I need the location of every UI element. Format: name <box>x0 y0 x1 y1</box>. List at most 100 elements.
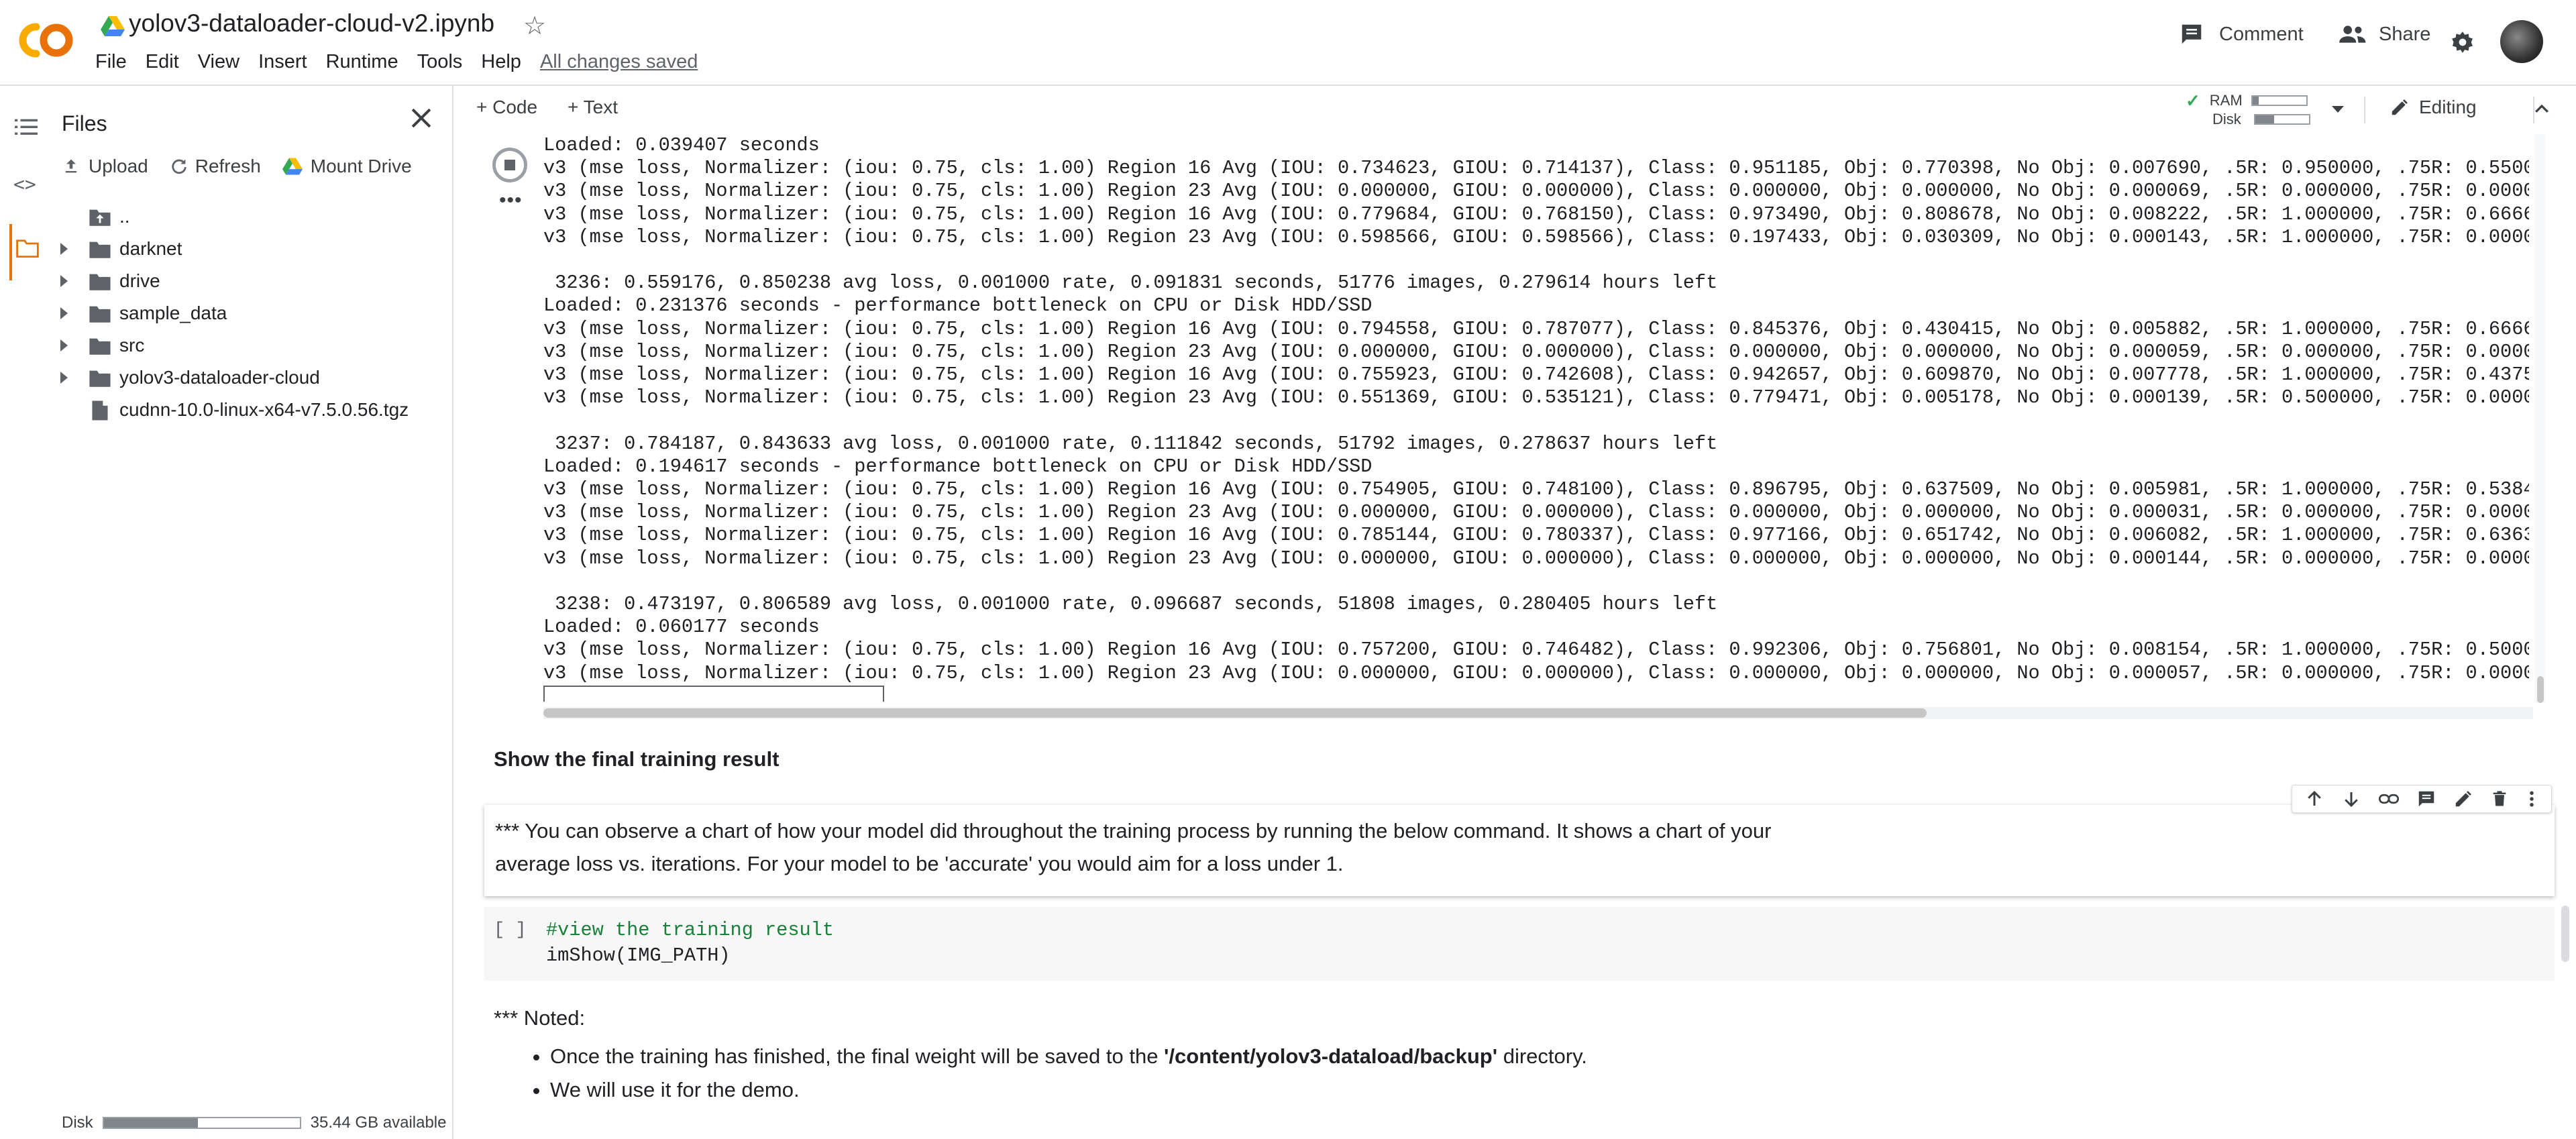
files-actions: Upload Refresh Mount Drive <box>62 156 433 177</box>
resources-indicator[interactable]: ✓ RAM Disk <box>2186 91 2310 129</box>
arrow-down-icon[interactable] <box>2341 789 2361 809</box>
output-line: v3 (mse loss, Normalizer: (iou: 0.75, cl… <box>543 364 2529 386</box>
table-of-contents-icon[interactable] <box>15 117 38 137</box>
file-tree-item-darknet[interactable]: darknet <box>51 233 453 266</box>
expand-caret-icon[interactable] <box>60 339 68 351</box>
tree-item-label: darknet <box>119 238 182 259</box>
file-tree-item-parent[interactable]: .. <box>51 201 453 233</box>
arrow-up-icon[interactable] <box>2304 789 2324 809</box>
menu-insert[interactable]: Insert <box>258 51 307 73</box>
output-line: Loaded: 0.039407 seconds <box>543 134 820 156</box>
google-drive-icon[interactable] <box>101 16 125 36</box>
output-line: v3 (mse loss, Normalizer: (iou: 0.75, cl… <box>543 547 2529 570</box>
file-tree-item-yolov3-dataloader-cloud[interactable]: yolov3-dataloader-cloud <box>51 362 453 394</box>
run-cell-button[interactable]: [ ] <box>494 920 527 940</box>
text-cell-line: average loss vs. iterations. For your mo… <box>495 852 1344 875</box>
output-line: v3 (mse loss, Normalizer: (iou: 0.75, cl… <box>543 661 2529 684</box>
notebook-title[interactable]: yolov3-dataloader-cloud-v2.ipynb <box>129 9 494 38</box>
disk-usage-bar <box>2254 114 2310 125</box>
tree-item-label: src <box>119 335 145 356</box>
output-line: v3 (mse loss, Normalizer: (iou: 0.75, cl… <box>543 501 2529 524</box>
add-text-button[interactable]: + Text <box>568 97 618 118</box>
google-drive-icon <box>282 158 303 175</box>
file-tree: .. darknet drive sample_data src yolov3-… <box>51 201 453 427</box>
chevron-up-icon[interactable] <box>2530 99 2553 119</box>
output-line: v3 (mse loss, Normalizer: (iou: 0.75, cl… <box>543 180 2529 203</box>
stop-icon <box>504 160 515 170</box>
file-tree-item-sample-data[interactable]: sample_data <box>51 298 453 330</box>
pencil-icon <box>2392 99 2408 115</box>
expand-caret-icon[interactable] <box>60 372 68 384</box>
more-vert-icon[interactable] <box>2525 789 2538 809</box>
backup-path: '/content/yolov3-dataload/backup' <box>1164 1044 1498 1068</box>
bullet-text: directory. <box>1497 1044 1587 1068</box>
menu-runtime[interactable]: Runtime <box>326 51 398 73</box>
folder-icon[interactable] <box>16 239 39 258</box>
refresh-button[interactable]: Refresh <box>170 156 261 177</box>
file-tree-item-drive[interactable]: drive <box>51 266 453 298</box>
editing-mode-button[interactable]: Editing <box>2390 97 2477 118</box>
share-button[interactable]: Share <box>2337 21 2430 47</box>
code-snippets-icon[interactable]: <> <box>13 173 36 195</box>
code-cell[interactable]: [ ] #view the training result imShow(IMG… <box>484 907 2555 981</box>
link-icon[interactable] <box>2378 789 2400 809</box>
colab-logo-icon[interactable] <box>17 21 75 59</box>
star-icon[interactable]: ☆ <box>523 11 546 41</box>
expand-caret-icon[interactable] <box>60 307 68 319</box>
file-tree-item-cudnn[interactable]: cudnn-10.0-linux-x64-v7.5.0.56.tgz <box>51 394 453 427</box>
mount-drive-button[interactable]: Mount Drive <box>282 156 412 177</box>
output-line: Loaded: 0.231376 seconds - performance b… <box>543 294 1373 317</box>
folder-icon <box>89 274 111 290</box>
files-panel: Files Upload Refresh Mount Drive .. dark… <box>51 86 453 1139</box>
menu-help[interactable]: Help <box>481 51 521 73</box>
output-line: 3237: 0.784187, 0.843633 avg loss, 0.001… <box>543 432 1718 455</box>
menu-view[interactable]: View <box>198 51 239 73</box>
delete-icon[interactable] <box>2490 789 2509 809</box>
upload-button[interactable]: Upload <box>62 156 148 177</box>
output-horizontal-scroll-thumb[interactable] <box>543 708 1927 718</box>
output-vertical-scroll-thumb[interactable] <box>2537 676 2544 703</box>
file-tree-item-src[interactable]: src <box>51 330 453 362</box>
close-icon[interactable] <box>407 103 436 133</box>
comment-button[interactable]: Comment <box>2179 21 2304 47</box>
mount-drive-label: Mount Drive <box>310 156 412 176</box>
code-comment: #view the training result <box>546 919 834 941</box>
refresh-label: Refresh <box>195 156 261 176</box>
disk-label: Disk <box>62 1114 93 1132</box>
more-options-icon[interactable]: ••• <box>499 189 523 212</box>
pencil-icon[interactable] <box>2453 789 2473 809</box>
expand-caret-icon[interactable] <box>60 243 68 255</box>
tree-item-label: .. <box>119 206 130 227</box>
ram-row: ✓ RAM <box>2186 91 2310 111</box>
gear-icon[interactable] <box>2450 30 2475 55</box>
text-cell-content: *** You can observe a chart of how your … <box>495 814 1837 880</box>
notebook-toolbar: + Code + Text ✓ RAM Disk Editing <box>455 86 2576 134</box>
output-line: v3 (mse loss, Normalizer: (iou: 0.75, cl… <box>543 340 2529 363</box>
page-scrollbar-thumb[interactable] <box>2561 906 2569 962</box>
tree-item-label: yolov3-dataloader-cloud <box>119 367 320 388</box>
save-status[interactable]: All changes saved <box>540 51 698 73</box>
folder-icon <box>89 241 111 258</box>
disk-usage-bar <box>102 1117 301 1129</box>
output-line: v3 (mse loss, Normalizer: (iou: 0.75, cl… <box>543 524 2529 547</box>
refresh-icon <box>172 159 186 174</box>
ram-label: RAM <box>2209 92 2243 109</box>
output-vertical-scrollbar[interactable] <box>2534 134 2545 703</box>
output-line: 3238: 0.473197, 0.806589 avg loss, 0.001… <box>543 593 1718 616</box>
menu-file[interactable]: File <box>95 51 127 73</box>
output-line: v3 (mse loss, Normalizer: (iou: 0.75, cl… <box>543 203 2529 225</box>
expand-caret-icon[interactable] <box>60 275 68 287</box>
avatar[interactable] <box>2500 20 2543 63</box>
text-cell[interactable]: *** You can observe a chart of how your … <box>484 805 2555 896</box>
divider <box>2364 97 2365 123</box>
output-line: Loaded: 0.194617 seconds - performance b… <box>543 455 1373 478</box>
comment-icon[interactable] <box>2416 789 2436 809</box>
tree-item-label: sample_data <box>119 303 227 323</box>
resources-dropdown-icon[interactable] <box>2332 106 2344 113</box>
menu-edit[interactable]: Edit <box>146 51 179 73</box>
menu-tools[interactable]: Tools <box>417 51 463 73</box>
stdin-input[interactable] <box>543 686 884 702</box>
add-code-button[interactable]: + Code <box>476 97 537 118</box>
output-line: v3 (mse loss, Normalizer: (iou: 0.75, cl… <box>543 386 2529 409</box>
